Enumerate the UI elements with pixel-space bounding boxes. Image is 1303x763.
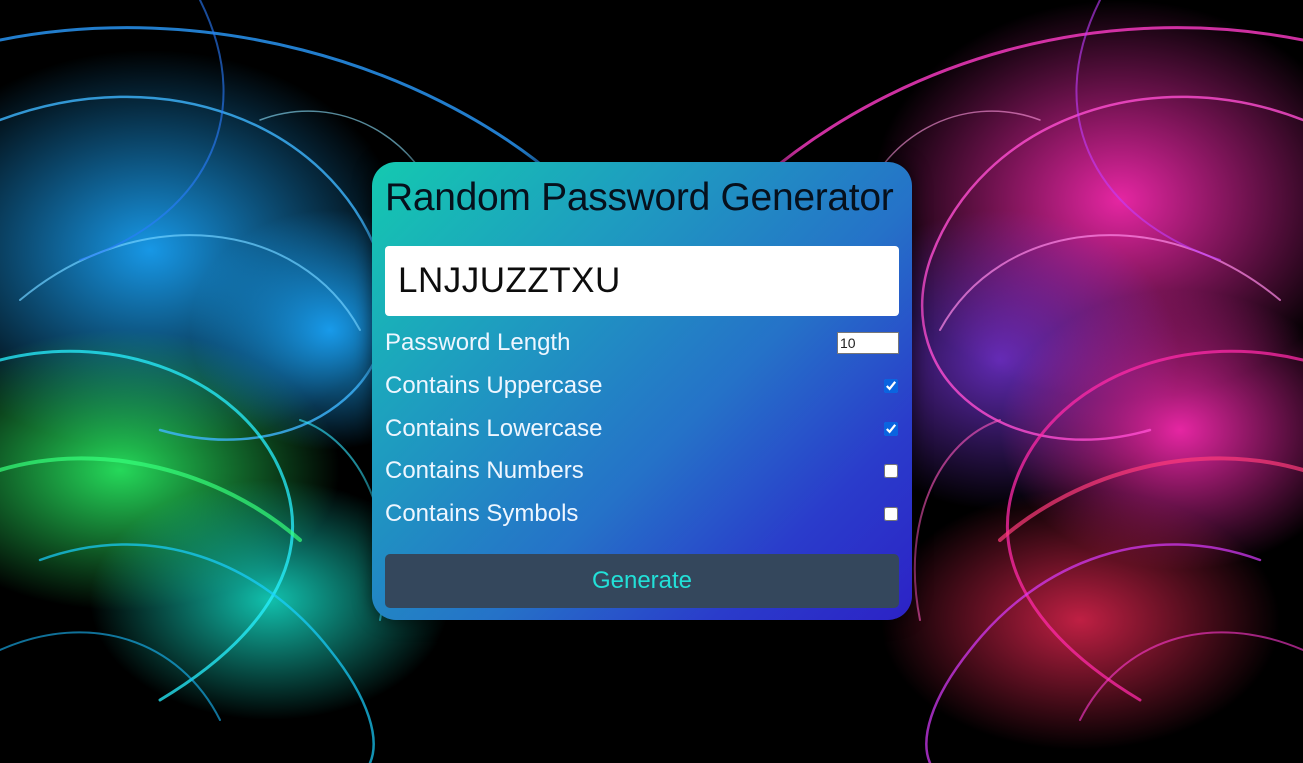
password-length-input[interactable]	[837, 332, 899, 354]
uppercase-label: Contains Uppercase	[385, 372, 603, 399]
app-title: Random Password Generator	[385, 176, 894, 219]
lowercase-checkbox[interactable]	[884, 422, 898, 436]
symbols-checkbox[interactable]	[884, 507, 898, 521]
uppercase-checkbox[interactable]	[884, 379, 898, 393]
password-generator-card: Random Password Generator LNJJUZZTXU Pas…	[372, 162, 912, 620]
numbers-label: Contains Numbers	[385, 457, 584, 484]
password-length-label: Password Length	[385, 329, 571, 356]
setting-row-symbols: Contains Symbols	[385, 496, 899, 532]
numbers-checkbox[interactable]	[884, 464, 898, 478]
generated-password: LNJJUZZTXU	[398, 261, 621, 300]
generate-button[interactable]: Generate	[385, 554, 899, 608]
setting-row-uppercase: Contains Uppercase	[385, 368, 899, 404]
symbols-label: Contains Symbols	[385, 500, 579, 527]
setting-row-lowercase: Contains Lowercase	[385, 411, 899, 447]
setting-row-length: Password Length	[385, 325, 899, 361]
lowercase-label: Contains Lowercase	[385, 415, 603, 442]
setting-row-numbers: Contains Numbers	[385, 453, 899, 489]
password-result-box[interactable]: LNJJUZZTXU	[385, 246, 899, 316]
